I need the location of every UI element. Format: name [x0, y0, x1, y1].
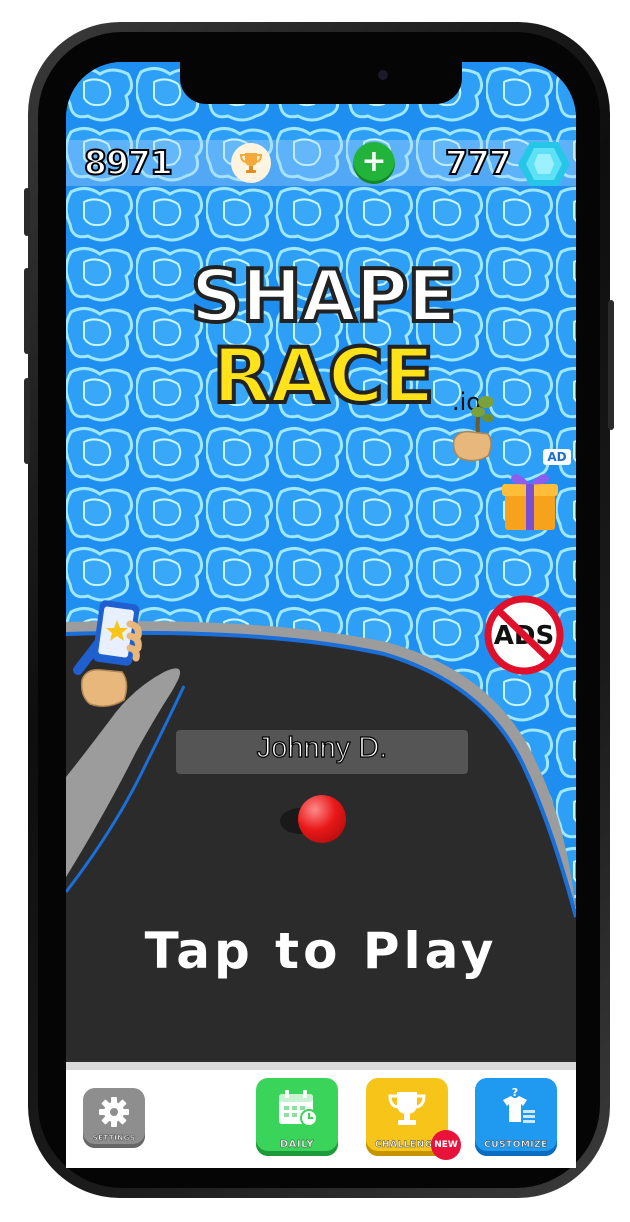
game-title-shape: SHAPE: [189, 254, 459, 338]
coin-counter: 8971: [83, 142, 174, 183]
player-name: Johnny D.: [256, 731, 388, 764]
settings-label: SETTINGS: [92, 1134, 136, 1142]
gear-icon: [99, 1097, 129, 1127]
diamond-icon: [518, 142, 570, 186]
game-title-race: RACE: [210, 331, 436, 420]
gift-box-icon[interactable]: [499, 466, 561, 532]
bottom-nav-divider: [66, 1062, 576, 1070]
trophy-icon: [239, 153, 263, 173]
phone-side-button: [24, 188, 30, 236]
new-badge: NEW: [431, 1130, 461, 1160]
trophy-icon: [388, 1092, 426, 1125]
phone-volume-down: [24, 378, 30, 464]
no-ads-button[interactable]: ADS: [483, 594, 565, 676]
shirt-icon: ?: [503, 1086, 535, 1123]
calendar-icon: [279, 1090, 318, 1127]
ad-badge: AD: [543, 449, 571, 465]
hand-plant-icon[interactable]: [448, 390, 508, 470]
player-ball: [298, 795, 346, 843]
svg-text:?: ?: [512, 1086, 518, 1099]
daily-button[interactable]: DAILY: [256, 1078, 338, 1156]
no-ads-icon: ADS: [484, 595, 564, 675]
trophy-button[interactable]: [231, 143, 271, 183]
gem-counter: 777: [444, 142, 513, 183]
daily-label: DAILY: [279, 1139, 315, 1150]
customize-label: CUSTOMIZE: [484, 1140, 548, 1150]
customize-button[interactable]: ? CUSTOMIZE: [475, 1078, 557, 1156]
hand-phone-icon[interactable]: [72, 600, 152, 718]
phone-volume-up: [24, 268, 30, 354]
tap-to-play-prompt[interactable]: Tap to Play: [66, 922, 576, 980]
phone-power-button: [608, 300, 614, 430]
phone-notch: [180, 62, 462, 104]
challenge-label: CHALLENGE: [374, 1140, 440, 1150]
add-gems-button[interactable]: +: [353, 142, 395, 184]
settings-button[interactable]: SETTINGS: [83, 1088, 145, 1148]
front-camera: [378, 70, 388, 80]
